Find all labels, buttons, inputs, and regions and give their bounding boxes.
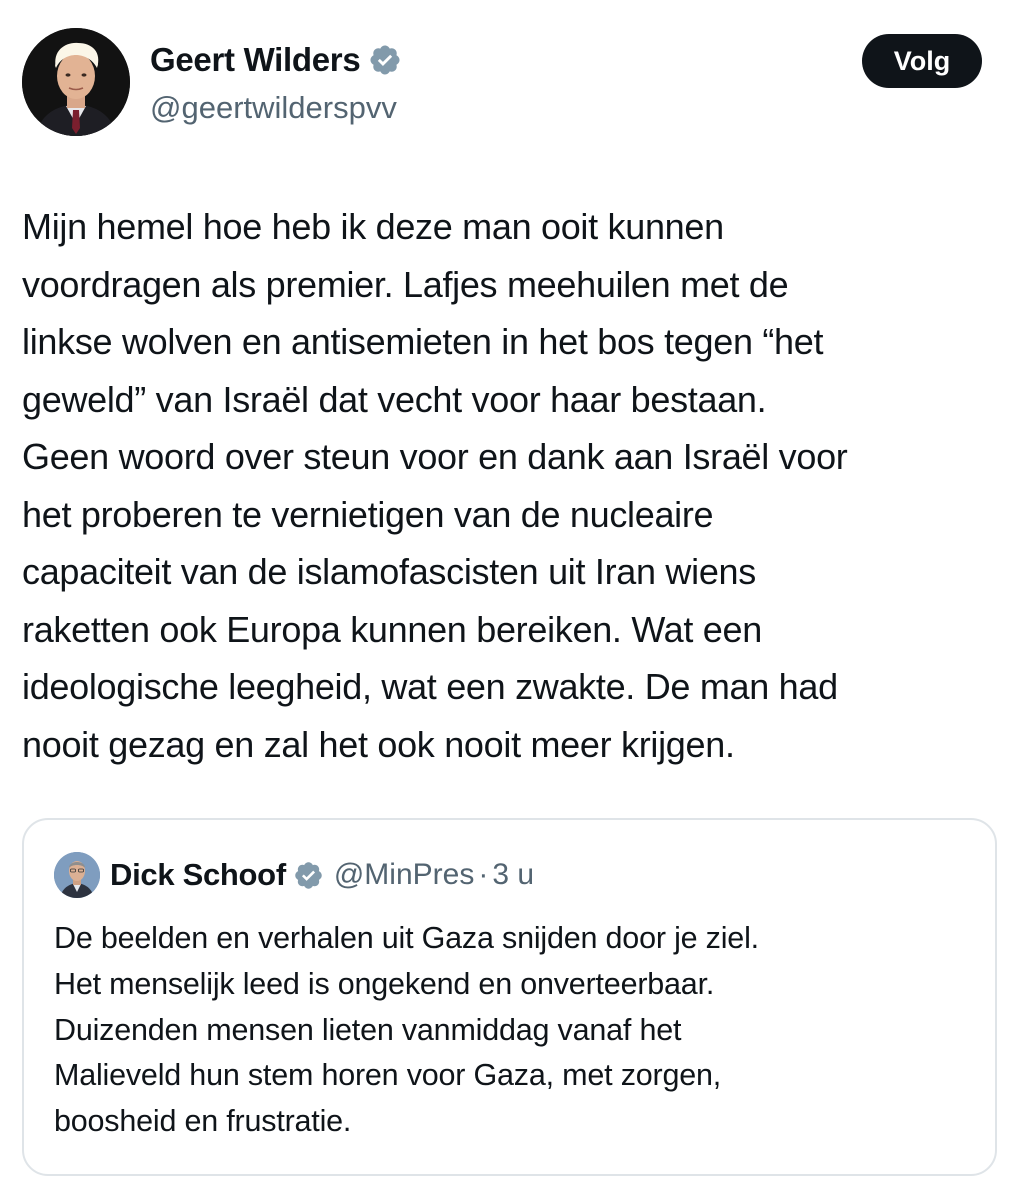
follow-button[interactable]: Volg xyxy=(862,34,982,88)
quoted-text-line: De beelden en verhalen uit Gaza snijden … xyxy=(54,921,759,955)
quoted-text-line: boosheid en frustratie. xyxy=(54,1104,352,1139)
separator-dot: · xyxy=(478,858,489,891)
verified-badge-icon xyxy=(293,860,324,891)
quoted-author-avatar[interactable] xyxy=(54,852,100,898)
quoted-tweet-header: Dick Schoof @MinPres · 3 u xyxy=(54,852,534,898)
tweet-text-line: geweld” van Israël dat vecht voor haar b… xyxy=(22,378,767,420)
quoted-text-line: Duizenden mensen lieten vanmiddag vanaf … xyxy=(54,1012,682,1047)
author-name[interactable]: Geert Wilders xyxy=(150,41,361,79)
tweet-text-line: voordragen als premier. Lafjes meehuilen… xyxy=(22,263,789,305)
quoted-text-line: Malieveld hun stem horen voor Gaza, met … xyxy=(54,1058,722,1093)
tweet: Geert Wilders @geertwilderspvv Volg Mijn… xyxy=(0,0,1021,1200)
tweet-text-line: Geen woord over steun voor en dank aan I… xyxy=(22,436,848,477)
tweet-text-line: Mijn hemel hoe heb ik deze man ooit kunn… xyxy=(22,206,724,247)
quoted-author-handle[interactable]: @MinPres xyxy=(334,858,474,892)
verified-badge-icon xyxy=(368,43,402,77)
author-handle[interactable]: @geertwilderspvv xyxy=(150,90,397,126)
author-name-row: Geert Wilders xyxy=(150,38,402,82)
tweet-text: Mijn hemel hoe heb ik deze man ooit kunn… xyxy=(22,198,997,773)
tweet-text-line: raketten ook Europa kunnen bereiken. Wat… xyxy=(22,608,762,650)
tweet-text-line: nooit gezag en zal het ook nooit meer kr… xyxy=(22,723,735,765)
tweet-header: Geert Wilders @geertwilderspvv Volg xyxy=(22,28,982,140)
tweet-text-line: capaciteit van de islamofascisten uit Ir… xyxy=(22,551,756,592)
quoted-tweet-text: De beelden en verhalen uit Gaza snijden … xyxy=(54,916,984,1145)
quoted-tweet-timestamp[interactable]: 3 u xyxy=(492,858,534,892)
tweet-text-line: ideologische leegheid, wat een zwakte. D… xyxy=(22,666,838,707)
profile-photo-icon xyxy=(54,852,100,898)
quoted-tweet-card[interactable]: Dick Schoof @MinPres · 3 u De beelden en… xyxy=(22,818,997,1176)
quoted-author-name[interactable]: Dick Schoof xyxy=(110,857,286,893)
tweet-text-line: linkse wolven en antisemieten in het bos… xyxy=(22,321,824,362)
author-avatar[interactable] xyxy=(22,28,130,136)
tweet-text-line: het proberen te vernietigen van de nucle… xyxy=(22,493,714,535)
profile-photo-icon xyxy=(22,28,130,136)
quoted-text-line: Het menselijk leed is ongekend en onvert… xyxy=(54,966,715,1001)
